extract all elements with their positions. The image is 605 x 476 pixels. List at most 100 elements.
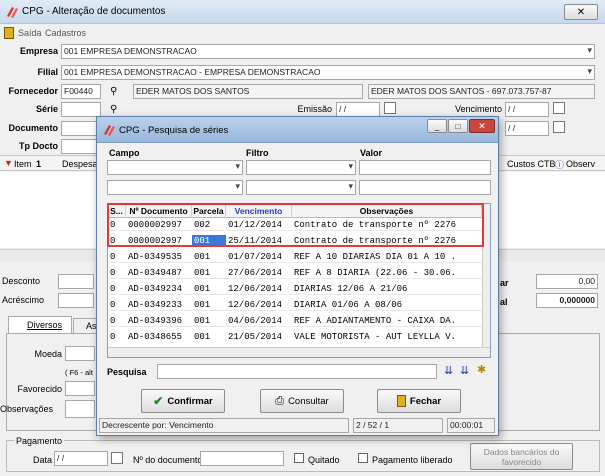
cell-vencimento: 27/06/2014 bbox=[228, 268, 283, 278]
quitado-checkbox[interactable] bbox=[294, 453, 304, 463]
info-icon: ⓘ bbox=[555, 160, 565, 170]
valor-field-2[interactable] bbox=[359, 180, 491, 195]
ndoc-field[interactable] bbox=[200, 451, 284, 466]
acrescimo-field[interactable] bbox=[58, 293, 94, 308]
favorecido-label: Favorecido bbox=[17, 384, 62, 394]
data-calendar-icon[interactable] bbox=[111, 452, 123, 464]
consultar-button[interactable]: ⎙ Consultar bbox=[260, 389, 344, 413]
filtro-select-1[interactable] bbox=[246, 160, 356, 175]
vencimento-label: Vencimento bbox=[454, 104, 502, 114]
tab-diversos[interactable]: Diversos bbox=[8, 316, 72, 333]
filial-select[interactable]: 001 EMPRESA DEMONSTRACAO - EMPRESA DEMON… bbox=[61, 65, 595, 80]
cell-observacoes: DIARIAS 12/06 A 21/06 bbox=[294, 284, 408, 294]
cell-documento: AD-0349487 bbox=[128, 268, 183, 278]
menu-bar: Saída Cadastros bbox=[0, 25, 605, 41]
campo-select-1[interactable] bbox=[107, 160, 243, 175]
cell-documento: AD-0349233 bbox=[128, 300, 183, 310]
filtro-select-2[interactable] bbox=[246, 180, 356, 195]
doc-calendar-icon[interactable] bbox=[553, 121, 565, 133]
vencimento-field[interactable]: / / bbox=[505, 102, 549, 117]
cell-parcela: 001 bbox=[194, 316, 211, 326]
emissao-label: Emissão bbox=[297, 104, 332, 114]
cell-observacoes: DIARIA 01/06 A 08/06 bbox=[294, 300, 403, 310]
fornecedor-code-field[interactable]: F00440 bbox=[61, 84, 101, 99]
pesquisa-label: Pesquisa bbox=[107, 367, 147, 377]
window-title: CPG - Alteração de documentos bbox=[22, 6, 166, 17]
moeda-field[interactable] bbox=[65, 346, 95, 361]
data-field[interactable]: / / bbox=[54, 451, 108, 466]
desconto-label: Desconto bbox=[2, 276, 41, 286]
menu-cadastros[interactable]: Cadastros bbox=[45, 28, 86, 38]
documento-field[interactable] bbox=[61, 121, 101, 136]
serie-search-icon[interactable]: ⚲ bbox=[110, 104, 117, 115]
table-row[interactable]: 0 AD-0349396 001 04/06/2014 REF A ADIANTAMEN… bbox=[108, 315, 482, 327]
cell-parcela: 001 bbox=[194, 332, 211, 342]
doc-date-field[interactable]: / / bbox=[505, 121, 549, 136]
cell-status: 0 bbox=[110, 316, 116, 326]
tools-icon[interactable]: ✱ bbox=[477, 363, 486, 376]
confirmar-button[interactable]: ✔ Confirmar bbox=[141, 389, 225, 413]
grid-hscroll[interactable] bbox=[108, 347, 490, 357]
table-row[interactable]: 0 AD-0349535 001 01/07/2014 REF A 10 DIARIAS… bbox=[108, 251, 482, 263]
dialog-maximize-button[interactable]: □ bbox=[448, 119, 468, 133]
fechar-button[interactable]: Fechar bbox=[377, 389, 461, 413]
dialog-close-button[interactable]: ✕ bbox=[469, 119, 495, 133]
valor-field-1[interactable] bbox=[359, 160, 491, 175]
cell-parcela: 001 bbox=[194, 268, 211, 278]
item-label: Item bbox=[14, 159, 32, 169]
cell-status: 0 bbox=[110, 268, 116, 278]
desconto-field[interactable] bbox=[58, 274, 94, 289]
fechar-label: Fechar bbox=[409, 395, 442, 407]
last-arrow-icon[interactable]: ⇊ bbox=[460, 364, 469, 377]
binoculars-icon[interactable]: ⚲ bbox=[110, 86, 117, 97]
despesa-column[interactable]: Despesa bbox=[62, 159, 98, 169]
total-label: al bbox=[500, 297, 508, 307]
table-row[interactable]: 0 AD-0348655 001 21/05/2014 VALE MOTORISTA -… bbox=[108, 331, 482, 343]
tab-as[interactable]: As bbox=[73, 318, 97, 333]
cell-parcela: 001 bbox=[194, 252, 211, 262]
dialog-title: CPG - Pesquisa de séries bbox=[119, 125, 229, 136]
pesquisa-field[interactable] bbox=[157, 364, 437, 379]
table-row[interactable]: 0 AD-0349487 001 27/06/2014 REF A 8 DIARIA (… bbox=[108, 267, 482, 279]
app-logo-icon bbox=[5, 5, 19, 19]
table-row[interactable]: 0 AD-0349234 001 12/06/2014 DIARIAS 12/06 A … bbox=[108, 283, 482, 295]
menu-saida[interactable]: Saída bbox=[18, 28, 42, 38]
vencimento-calendar-icon[interactable] bbox=[553, 102, 565, 114]
close-icon: ✕ bbox=[576, 6, 586, 18]
cell-parcela: 001 bbox=[194, 300, 211, 310]
cell-observacoes: REF A ADIANTAMENTO - CAIXA DA. bbox=[294, 316, 457, 326]
serie-label: Série bbox=[35, 104, 58, 114]
cell-status: 0 bbox=[110, 252, 116, 262]
liberado-checkbox[interactable] bbox=[358, 453, 368, 463]
dialog-minimize-button[interactable]: _ bbox=[427, 119, 447, 133]
cell-observacoes: VALE MOTORISTA - AUT LEYLLA V. bbox=[294, 332, 457, 342]
next-arrow-icon[interactable]: ⇊ bbox=[444, 364, 453, 377]
close-button[interactable]: ✕ bbox=[564, 4, 598, 20]
acrescimo-label: Acréscimo bbox=[2, 295, 45, 305]
campo-select-2[interactable] bbox=[107, 180, 243, 195]
observacoes-field[interactable] bbox=[65, 400, 95, 418]
dados-bancarios-button[interactable]: Dados bancários do favorecido bbox=[470, 443, 573, 470]
tpdocto-label: Tp Docto bbox=[19, 141, 58, 151]
total-value-2: 0,000000 bbox=[536, 293, 598, 308]
confirmar-label: Confirmar bbox=[167, 395, 213, 407]
custos-column[interactable]: Custos CTB bbox=[507, 159, 556, 169]
serie-field[interactable] bbox=[61, 102, 101, 117]
emissao-field[interactable]: / / bbox=[336, 102, 380, 117]
cell-vencimento: 12/06/2014 bbox=[228, 300, 283, 310]
emissao-calendar-icon[interactable] bbox=[384, 102, 396, 114]
filial-label: Filial bbox=[37, 67, 58, 77]
total-value-1: 0,00 bbox=[536, 274, 598, 289]
empresa-select[interactable]: 001 EMPRESA DEMONSTRACAO bbox=[61, 44, 595, 59]
highlight-box bbox=[107, 203, 484, 247]
status-bar: Decrescente por: Vencimento 2 / 52 / 1 0… bbox=[99, 418, 497, 433]
tpdocto-field[interactable] bbox=[61, 139, 101, 154]
favorecido-field[interactable] bbox=[65, 381, 95, 396]
documento-label: Documento bbox=[8, 123, 59, 133]
cell-documento: AD-0349535 bbox=[128, 252, 183, 262]
table-row[interactable]: 0 AD-0349233 001 12/06/2014 DIARIA 01/06 A 0… bbox=[108, 299, 482, 311]
cell-documento: AD-0349234 bbox=[128, 284, 183, 294]
dialog-logo-icon bbox=[102, 123, 116, 139]
observ-column[interactable]: Observ bbox=[566, 159, 595, 169]
printer-icon: ⎙ bbox=[275, 394, 285, 407]
